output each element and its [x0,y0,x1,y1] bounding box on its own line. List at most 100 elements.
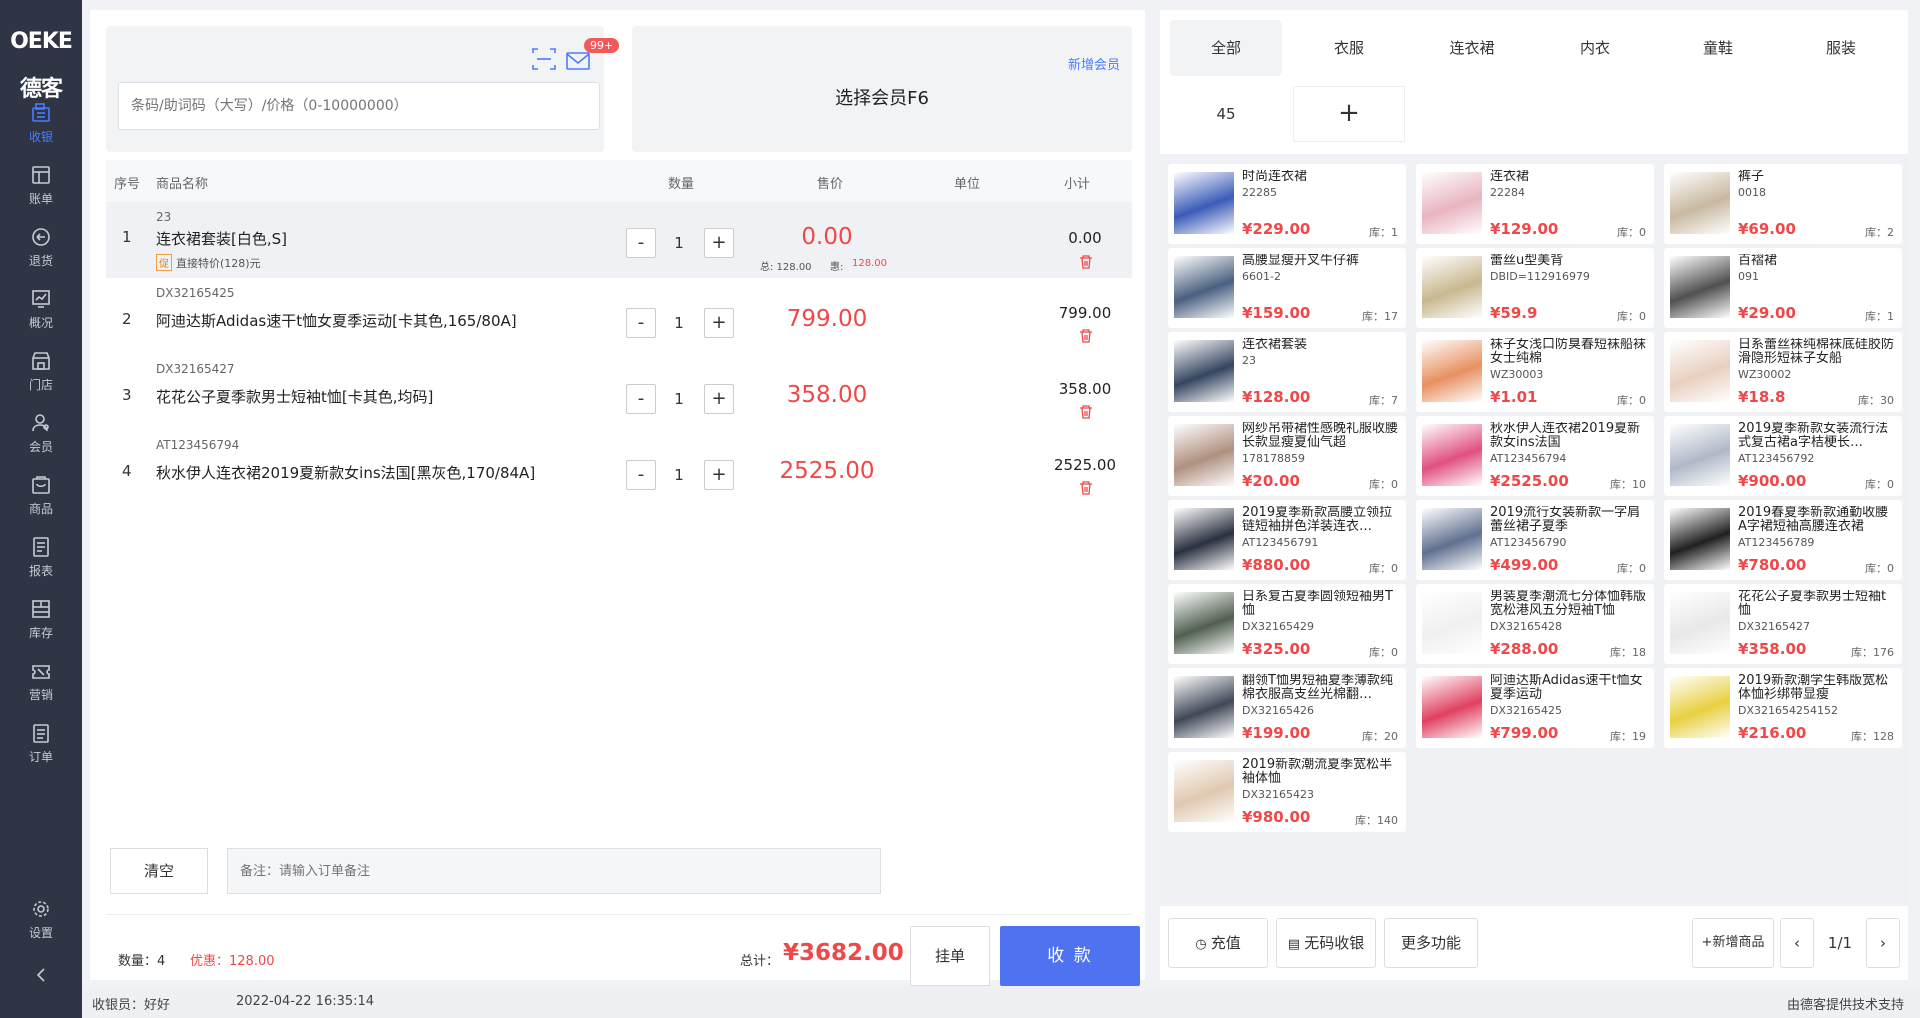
product-stock: 库：1 [1369,226,1398,239]
product-price: ¥288.00 [1490,640,1559,658]
qty-minus-button[interactable]: - [626,384,656,414]
sidebar-item-return[interactable]: 退货 [0,216,82,278]
qty-plus-button[interactable]: + [704,384,734,414]
order-remark-input[interactable] [227,848,881,894]
product-price: ¥325.00 [1242,640,1311,658]
product-price: ¥358.00 [1738,640,1807,658]
product-card[interactable]: 2019夏季新款高腰立领拉链短袖拼色洋装连衣… AT123456791 ¥880.0… [1168,500,1406,580]
member-select-card[interactable]: 新增会员 选择会员F6 [632,26,1132,152]
more-functions-button[interactable]: 更多功能 [1384,918,1478,968]
product-code: AT123456792 [1738,452,1815,465]
tab-kids-shoes[interactable]: 童鞋 [1662,20,1774,76]
product-card[interactable]: 裤子 0018 ¥69.00 库：2 [1664,164,1902,244]
sidebar-item-inventory[interactable]: 库存 [0,588,82,650]
product-card[interactable]: 秋水伊人连衣裙2019夏新款女ins法国 AT123456794 ¥2525.00 库… [1416,416,1654,496]
product-card[interactable]: 阿迪达斯Adidas速干t恤女夏季运动 DX32165425 ¥799.00 库：19 [1416,668,1654,748]
sidebar-item-report[interactable]: 报表 [0,526,82,588]
product-card[interactable]: 时尚连衣裙 22285 ¥229.00 库：1 [1168,164,1406,244]
product-image [1174,256,1234,318]
item-name: 秋水伊人连衣裙2019夏新款女ins法国[黑灰色,170/84A] [156,464,536,482]
product-price: ¥2525.00 [1490,472,1569,490]
product-price: ¥59.9 [1490,304,1538,322]
product-stock: 库：19 [1610,730,1646,743]
product-card[interactable]: 花花公子夏季款男士短袖t恤 DX32165427 ¥358.00 库：176 [1664,584,1902,664]
add-member-link[interactable]: 新增会员 [1068,54,1120,73]
delete-icon[interactable] [1078,328,1094,344]
product-card[interactable]: 日系复古夏季圆领短袖男T恤 DX32165429 ¥325.00 库：0 [1168,584,1406,664]
sidebar-item-store[interactable]: 门店 [0,340,82,402]
product-card[interactable]: 网纱吊带裙性感晚礼服收腰长款显瘦夏仙气超 178178859 ¥20.00 库：0 [1168,416,1406,496]
sidebar-item-label: 退货 [28,254,53,268]
cart-row[interactable]: DX32165425 2 阿迪达斯Adidas速干t恤女夏季运动[卡其色,165… [106,278,1132,354]
delete-icon[interactable] [1078,404,1094,420]
product-code: WZ30003 [1490,368,1544,381]
sidebar-item-bill[interactable]: 账单 [0,154,82,216]
qty-minus-button[interactable]: - [626,308,656,338]
item-price[interactable]: 2525.00 [752,458,902,484]
product-card[interactable]: 蕾丝u型美背 DBID=112916979 ¥59.9 库：0 [1416,248,1654,328]
overview-icon [32,290,50,308]
clear-cart-button[interactable]: 清空 [110,848,208,894]
sidebar-item-cashier[interactable]: 收银 [0,92,82,154]
product-card[interactable]: 日系蕾丝袜纯棉袜底硅胶防滑隐形短袜子女船 WZ30002 ¥18.8 库：30 [1664,332,1902,412]
sidebar-item-member[interactable]: 会员 [0,402,82,464]
product-card[interactable]: 2019流行女装新款一字肩蕾丝裙子夏季 AT123456790 ¥499.00 库：0 [1416,500,1654,580]
qty-plus-button[interactable]: + [704,228,734,258]
tab-dress[interactable]: 连衣裙 [1416,20,1528,76]
recharge-button[interactable]: ◷ 充值 [1168,918,1268,968]
product-card[interactable]: 翻领T恤男短袖夏季薄款纯棉衣服高支丝光棉翻… DX32165426 ¥199.00 库… [1168,668,1406,748]
item-price[interactable]: 0.00 [752,224,902,250]
tab-underwear[interactable]: 内衣 [1539,20,1651,76]
sidebar-collapse-button[interactable] [0,956,82,996]
barcode-search-input[interactable] [118,82,600,130]
cart-row[interactable]: 23 1 连衣裙套装[白色,S] 促直接特价(128)元 - 1 + 0.00 … [106,202,1132,278]
qty-plus-button[interactable]: + [704,308,734,338]
product-card[interactable]: 2019春夏季新款通勤收腰A字裙短袖高腰连衣裙 AT123456789 ¥780.0… [1664,500,1902,580]
qty-value: 1 [674,234,684,252]
tab-clothes[interactable]: 衣服 [1293,20,1405,76]
product-stock: 库：0 [1617,394,1646,407]
product-card[interactable]: 连衣裙套装 23 ¥128.00 库：7 [1168,332,1406,412]
product-card[interactable]: 2019夏季新款女装流行法式复古裙a字桔梗长… AT123456792 ¥900.0… [1664,416,1902,496]
tab-all[interactable]: 全部 [1170,20,1282,76]
delete-icon[interactable] [1078,480,1094,496]
barcode-scan-icon[interactable] [530,46,558,72]
sidebar-item-overview[interactable]: 概况 [0,278,82,340]
product-stock: 库：0 [1369,478,1398,491]
product-price: ¥129.00 [1490,220,1559,238]
product-image [1422,592,1482,654]
nocode-cashier-button[interactable]: ▤ 无码收银 [1276,918,1376,968]
item-code: AT123456794 [156,438,240,452]
tab-apparel[interactable]: 服装 [1785,20,1897,76]
item-price[interactable]: 358.00 [752,382,902,408]
product-card[interactable]: 高腰显瘦开叉牛仔裤 6601-2 ¥159.00 库：17 [1168,248,1406,328]
product-card[interactable]: 2019新款潮流夏季宽松半袖体恤 DX32165423 ¥980.00 库：140 [1168,752,1406,832]
prev-page-button[interactable]: ‹ [1780,918,1814,968]
sidebar-item-marketing[interactable]: 营销 [0,650,82,712]
cart-row[interactable]: DX32165427 3 花花公子夏季款男士短袖t恤[卡其色,均码] - 1 +… [106,354,1132,430]
qty-plus-button[interactable]: + [704,460,734,490]
sidebar-item-order[interactable]: 订单 [0,712,82,774]
page-indicator: 1/1 [1827,934,1853,952]
product-card[interactable]: 袜子女浅口防臭春短袜船袜女士纯棉 WZ30003 ¥1.01 库：0 [1416,332,1654,412]
next-page-button[interactable]: › [1866,918,1900,968]
sidebar-item-settings[interactable]: 设置 [0,888,82,950]
product-card[interactable]: 百褶裙 091 ¥29.00 库：1 [1664,248,1902,328]
discount-label: 惠: [830,262,844,273]
product-card[interactable]: 连衣裙 22284 ¥129.00 库：0 [1416,164,1654,244]
tab-45[interactable]: 45 [1170,86,1282,142]
qty-minus-button[interactable]: - [626,460,656,490]
add-goods-button[interactable]: +新增商品 [1692,918,1774,968]
add-category-button[interactable]: + [1293,86,1405,142]
cart-row[interactable]: AT123456794 4 秋水伊人连衣裙2019夏新款女ins法国[黑灰色,1… [106,430,1132,506]
item-price[interactable]: 799.00 [752,306,902,332]
qty-minus-button[interactable]: - [626,228,656,258]
product-card[interactable]: 2019新款潮学生韩版宽松体恤衫绑带显瘦 DX321654254152 ¥216.0… [1664,668,1902,748]
hold-order-button[interactable]: 挂单 [910,926,990,986]
product-name: 时尚连衣裙 [1242,170,1308,184]
checkout-button[interactable]: 收 款 [1000,926,1140,986]
product-price: ¥159.00 [1242,304,1311,322]
product-card[interactable]: 男装夏季潮流七分体恤韩版宽松港风五分短袖T恤 DX32165428 ¥288.00 库… [1416,584,1654,664]
sidebar-item-goods[interactable]: 商品 [0,464,82,526]
delete-icon[interactable] [1078,254,1094,270]
